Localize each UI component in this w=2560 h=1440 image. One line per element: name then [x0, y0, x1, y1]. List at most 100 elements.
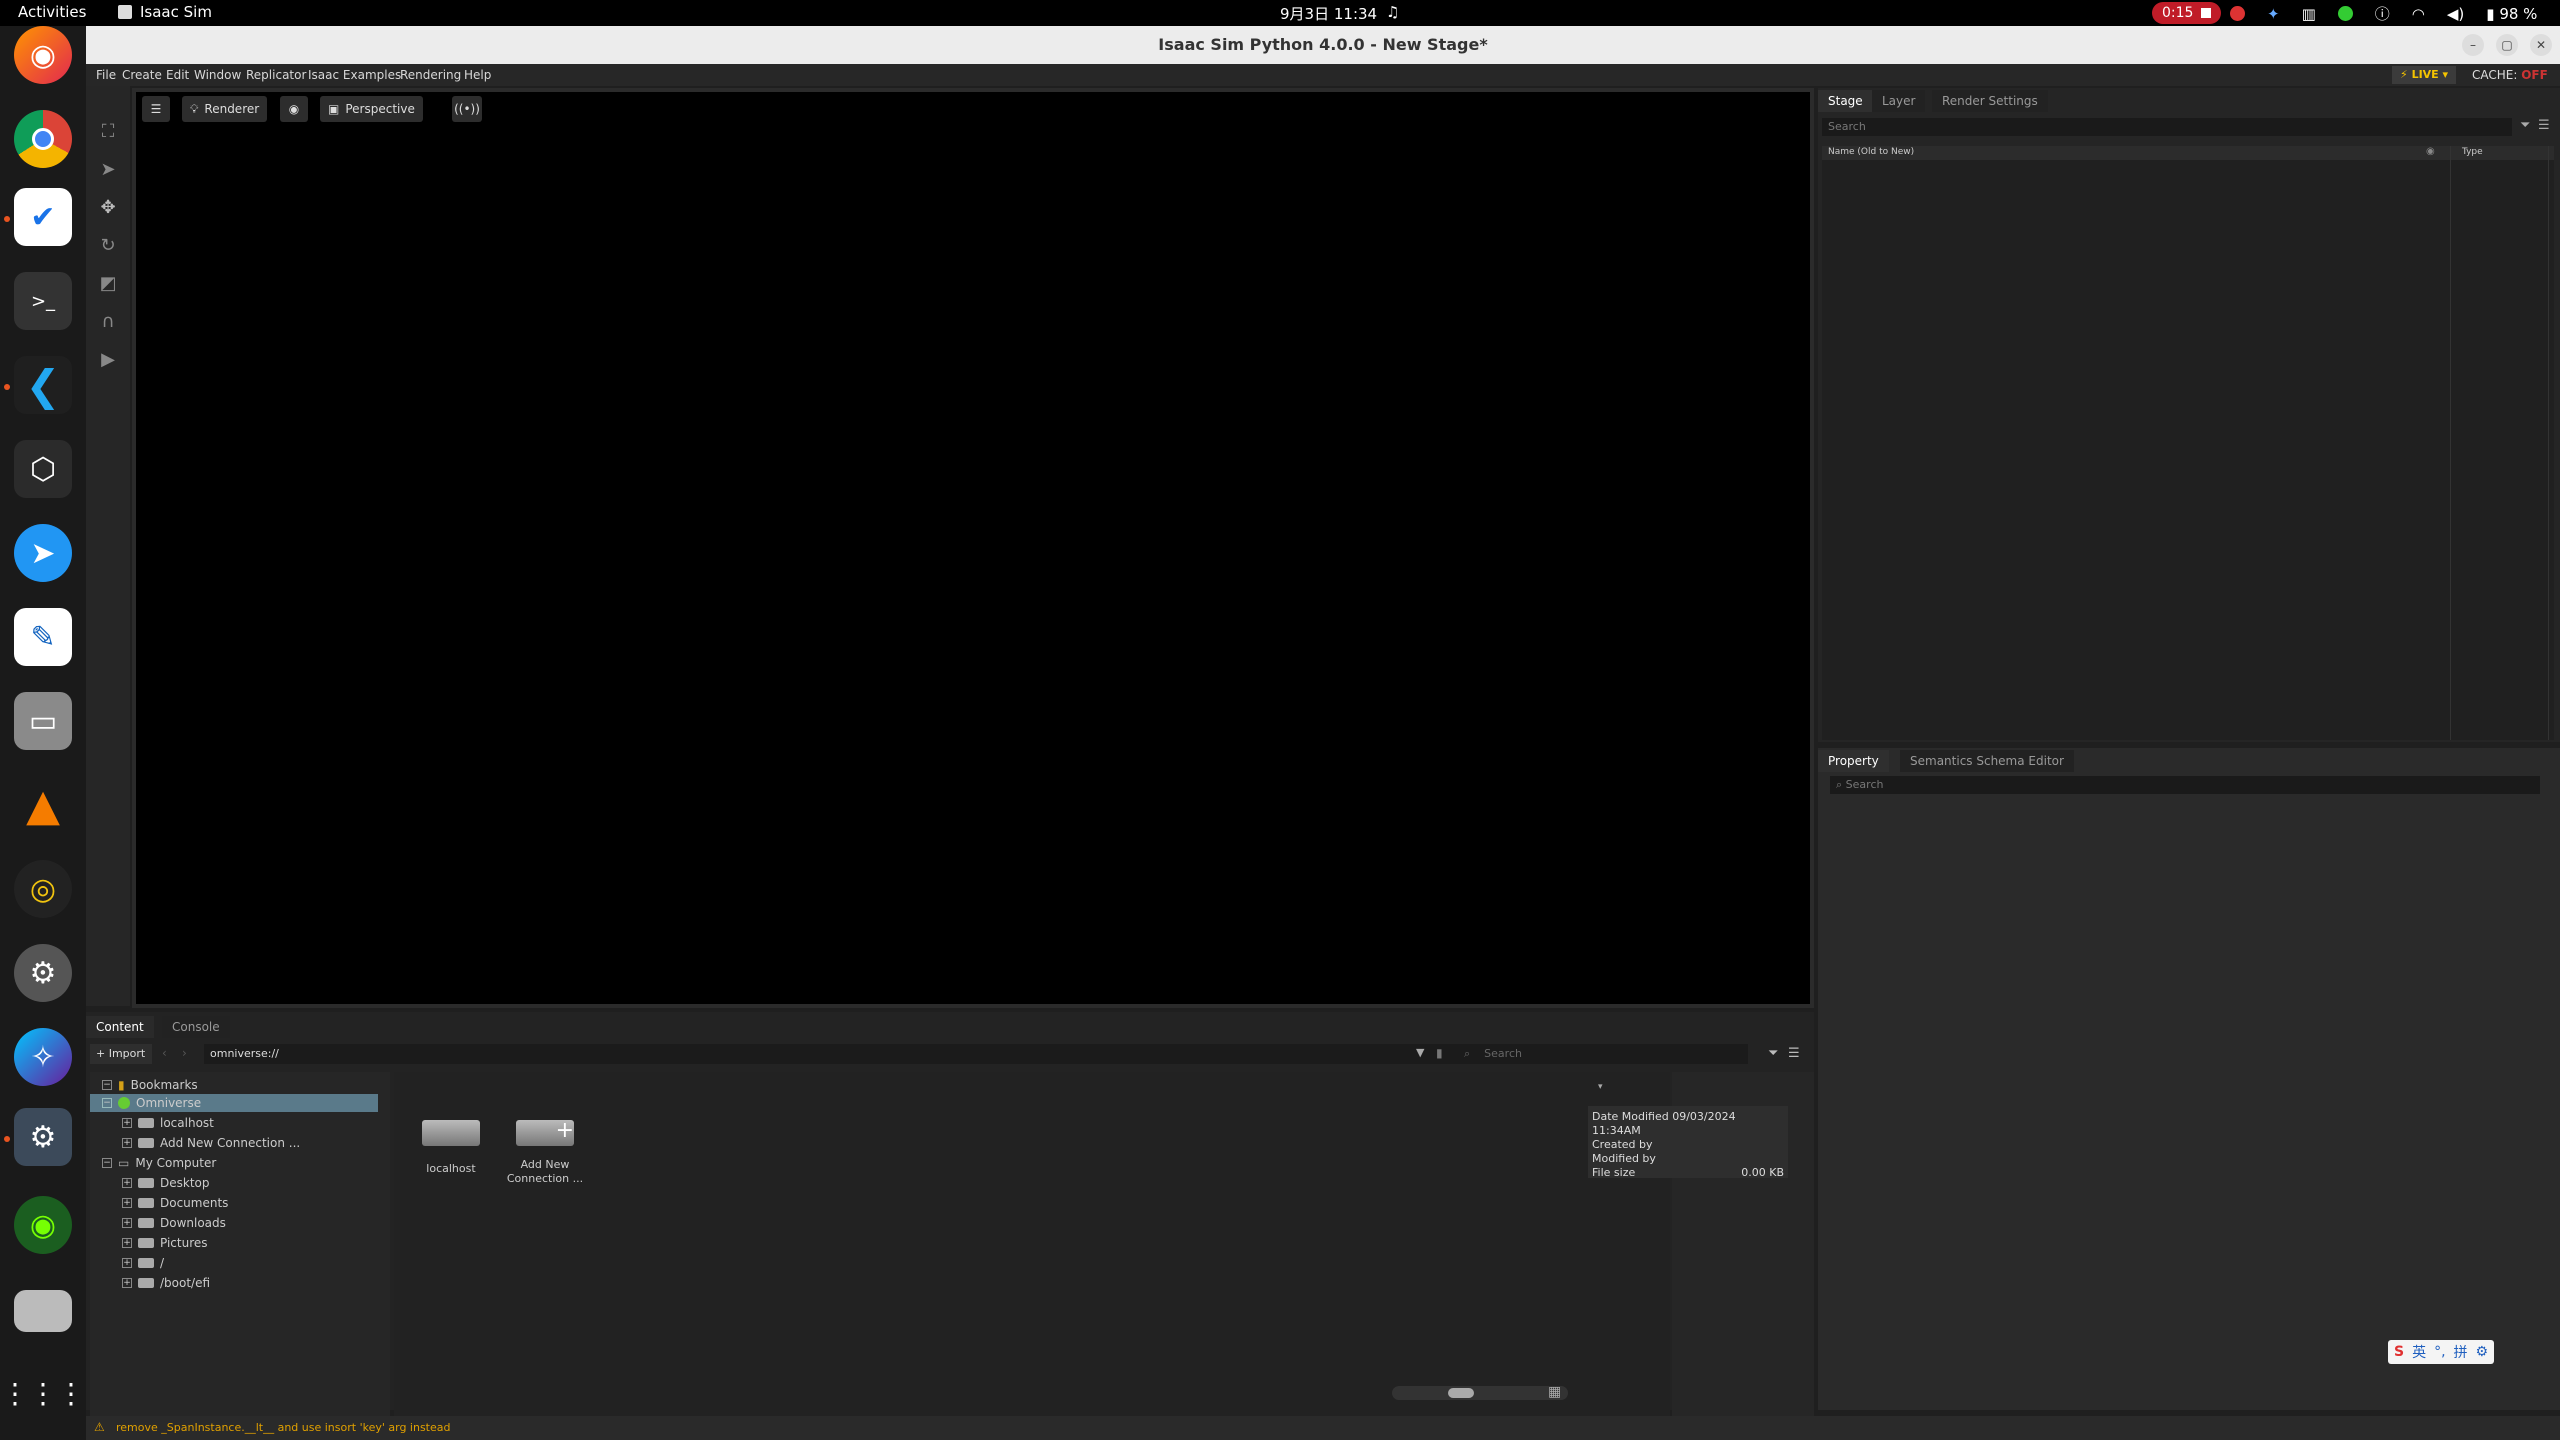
filter-icon[interactable]: ⏷ — [2520, 118, 2530, 133]
tray-app-icon[interactable]: ✦ — [2267, 5, 2280, 23]
settings-icon[interactable]: ⚙ — [14, 944, 72, 1002]
drive-icon[interactable] — [14, 1290, 72, 1332]
menu-replicator[interactable]: Replicator — [246, 68, 306, 82]
tab-render-settings[interactable]: Render Settings — [1932, 90, 2048, 112]
live-sync-button[interactable]: ⚡ LIVE ▾ — [2392, 66, 2457, 84]
column-name-header[interactable]: Name (Old to New) — [1828, 147, 1914, 157]
menu-isaac-examples[interactable]: Isaac Examples — [308, 68, 401, 82]
tree-item-omniverse[interactable]: − Omniverse — [90, 1094, 378, 1112]
tree-item-localhost[interactable]: + localhost — [122, 1116, 214, 1130]
viewport-settings-button[interactable]: ☰ — [142, 96, 170, 122]
feishu-icon[interactable]: ✔ — [14, 188, 72, 246]
select-tool-icon[interactable]: ➤ — [96, 158, 120, 182]
status-message[interactable]: remove _SpanInstance.__lt__ and use inso… — [116, 1421, 451, 1434]
vlc-icon[interactable]: ▲ — [14, 776, 72, 834]
viewport-canvas[interactable] — [136, 92, 1810, 1004]
tray-info-icon[interactable]: ⓘ — [2375, 3, 2390, 24]
tree-item-bookmarks[interactable]: − ▮ Bookmarks — [102, 1078, 198, 1092]
vscode-icon[interactable]: ❮ — [14, 356, 72, 414]
filter-icon[interactable]: ⏷ — [1768, 1046, 1778, 1061]
files-icon[interactable]: ▭ — [14, 692, 72, 750]
ime-settings-icon[interactable]: ⚙ — [2476, 1344, 2489, 1360]
tab-stage[interactable]: Stage — [1818, 90, 1873, 112]
renderer-button[interactable]: 💡︎ Renderer — [182, 96, 268, 122]
wifi-icon[interactable]: ◠ — [2412, 5, 2425, 23]
menu-file[interactable]: File — [96, 68, 116, 82]
bookmark-icon[interactable]: ▮ — [1436, 1046, 1443, 1060]
fullscreen-icon[interactable]: ⛶ — [96, 120, 120, 144]
snap-tool-icon[interactable]: ∩ — [96, 310, 120, 334]
cache-status[interactable]: CACHE: OFF — [2472, 68, 2548, 82]
terminal-icon[interactable]: >_ — [14, 272, 72, 330]
screen-recording-indicator[interactable]: 0:15 — [2152, 2, 2222, 24]
broadcast-button[interactable]: ((•)) — [452, 96, 482, 122]
tab-layer[interactable]: Layer — [1872, 90, 1926, 112]
visibility-column-icon[interactable]: ◉ — [2426, 146, 2435, 157]
options-menu-icon[interactable]: ☰ — [2538, 118, 2550, 133]
rotate-tool-icon[interactable]: ↻ — [96, 234, 120, 258]
visibility-button[interactable]: ◉ — [280, 96, 308, 122]
network-monitor-icon[interactable]: ▥ — [2302, 5, 2316, 23]
battery-indicator[interactable]: ▮ 98 % — [2486, 5, 2537, 23]
menu-help[interactable]: Help — [464, 68, 491, 82]
tray-green-icon[interactable] — [2337, 6, 2353, 21]
ime-toolbar[interactable]: S 英 °, 拼 ⚙ — [2388, 1340, 2495, 1364]
show-apps-icon[interactable]: ⋮⋮⋮ — [1, 1364, 85, 1422]
tree-item-desktop[interactable]: + Desktop — [122, 1176, 210, 1190]
grid-view-icon[interactable]: ▦ — [1548, 1384, 1561, 1400]
import-button[interactable]: + Import — [90, 1044, 152, 1064]
back-arrow-icon[interactable]: ‹ — [162, 1046, 167, 1060]
stage-search-input[interactable]: Search — [1822, 118, 2512, 136]
chrome-icon[interactable] — [14, 110, 72, 168]
camera-button[interactable]: ▣ Perspective — [320, 96, 423, 122]
window-title-bar[interactable]: Isaac Sim Python 4.0.0 - New Stage* – ▢ … — [86, 26, 2560, 64]
isaac-sim-dock-icon[interactable]: ⚙ — [14, 1108, 72, 1166]
menu-edit[interactable]: Edit — [166, 68, 189, 82]
text-editor-icon[interactable]: ✎ — [14, 608, 72, 666]
path-dropdown-icon[interactable]: ▼ — [1416, 1046, 1424, 1059]
property-search-input[interactable]: ⌕ Search — [1830, 776, 2540, 794]
tree-item-boot-efi[interactable]: + /boot/efi — [122, 1276, 210, 1290]
path-input[interactable]: omniverse:// — [204, 1044, 1518, 1064]
tab-property[interactable]: Property — [1818, 750, 1889, 772]
move-tool-icon[interactable]: ✥ — [96, 196, 120, 220]
dingtalk-icon[interactable]: ➤ — [14, 524, 72, 582]
minimize-icon[interactable]: – — [2462, 34, 2484, 56]
tree-item-root[interactable]: + / — [122, 1256, 164, 1270]
menu-rendering[interactable]: Rendering — [400, 68, 461, 82]
thumbnail-size-slider[interactable] — [1392, 1386, 1568, 1400]
tab-content[interactable]: Content — [86, 1016, 154, 1038]
tree-item-add-connection[interactable]: + Add New Connection ... — [122, 1136, 300, 1150]
omniverse-launcher-icon[interactable]: ◉ — [14, 1196, 72, 1254]
scale-tool-icon[interactable]: ◩ — [96, 272, 120, 296]
clock[interactable]: 9月3日 11:34 — [1280, 3, 1377, 24]
rhythmbox-icon[interactable]: ◎ — [14, 860, 72, 918]
tree-item-documents[interactable]: + Documents — [122, 1196, 228, 1210]
app-menu[interactable]: Isaac Sim — [118, 3, 212, 21]
menu-window[interactable]: Window — [194, 68, 241, 82]
maximize-icon[interactable]: ▢ — [2496, 34, 2518, 56]
tree-item-my-computer[interactable]: − ▭ My Computer — [102, 1156, 216, 1170]
notification-bell-icon[interactable]: ♫ — [1386, 3, 1399, 21]
content-search-input[interactable]: ⌕ Search — [1458, 1044, 1748, 1064]
ime-punctuation-icon[interactable]: °, — [2434, 1344, 2445, 1360]
grid-item-add-connection[interactable]: + Add New Connection ... — [500, 1108, 590, 1186]
unity-icon[interactable]: ⬡ — [14, 440, 72, 498]
details-collapse-icon[interactable]: ▾ — [1598, 1082, 1603, 1092]
stage-tree[interactable]: Name (Old to New) ◉ Type — [1822, 146, 2554, 740]
ime-mode[interactable]: 拼 — [2454, 1342, 2468, 1362]
grid-item-localhost[interactable]: localhost — [416, 1108, 486, 1175]
menu-create[interactable]: Create — [122, 68, 162, 82]
tab-semantics-schema-editor[interactable]: Semantics Schema Editor — [1900, 750, 2074, 772]
activities-button[interactable]: Activities — [18, 3, 86, 21]
column-type-header[interactable]: Type — [2462, 147, 2483, 157]
ime-language[interactable]: 英 — [2412, 1342, 2426, 1362]
volume-icon[interactable]: ◀) — [2447, 5, 2464, 23]
tab-console[interactable]: Console — [162, 1016, 230, 1038]
tree-item-pictures[interactable]: + Pictures — [122, 1236, 208, 1250]
options-menu-icon[interactable]: ☰ — [1788, 1046, 1800, 1061]
slider-handle[interactable] — [1448, 1388, 1474, 1398]
forward-arrow-icon[interactable]: › — [182, 1046, 187, 1060]
app-launcher-icon[interactable]: ✧ — [14, 1028, 72, 1086]
close-icon[interactable]: ✕ — [2530, 34, 2552, 56]
